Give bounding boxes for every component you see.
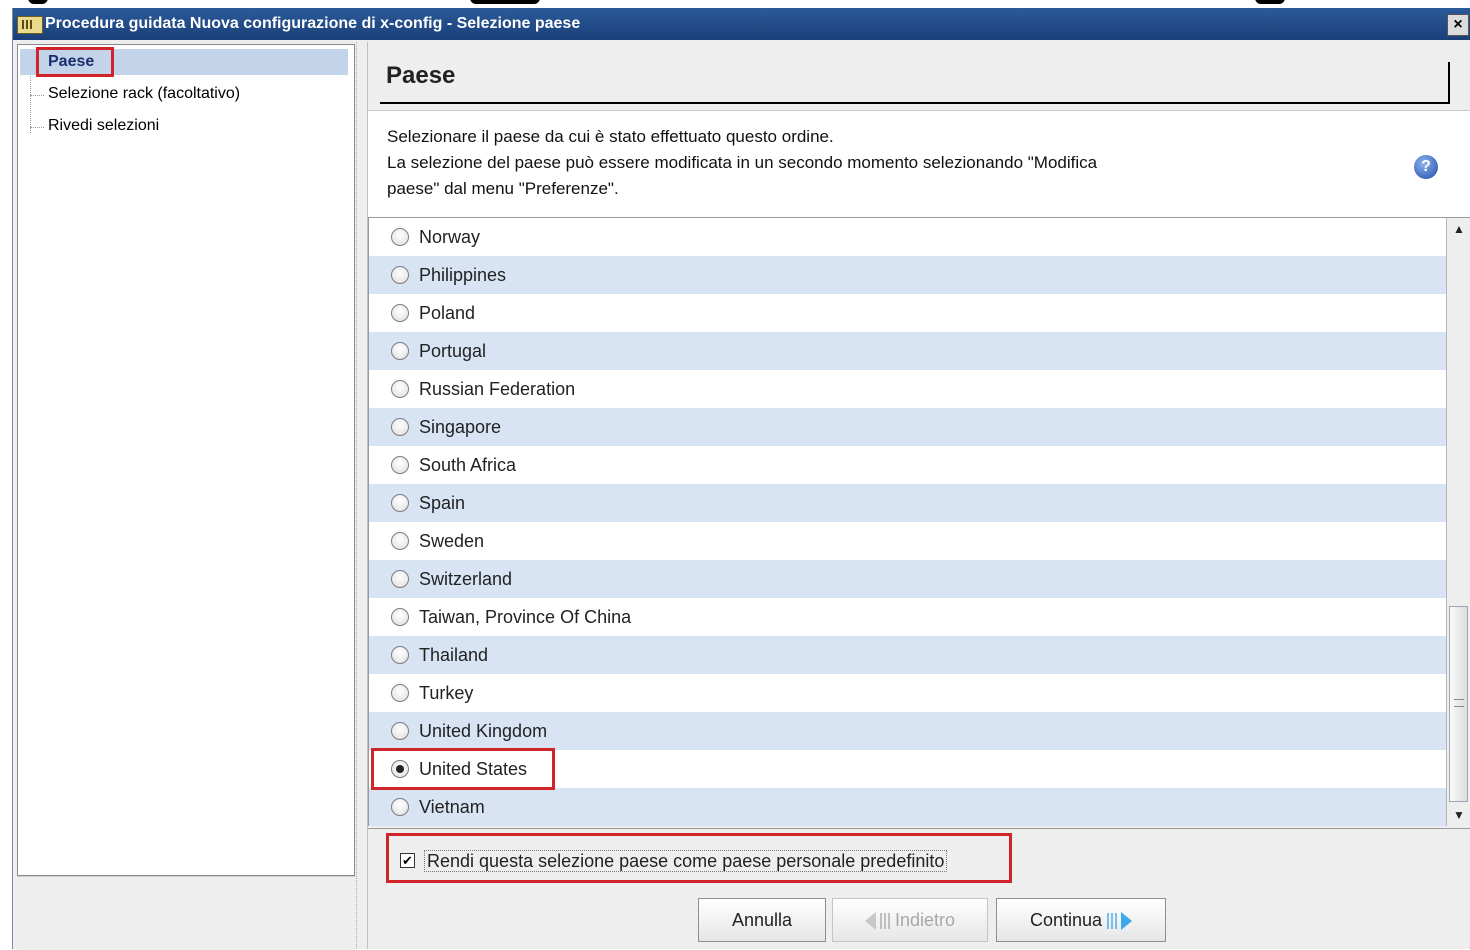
vertical-scrollbar[interactable]: ▲ ▼ [1446, 218, 1470, 826]
country-option[interactable]: Portugal [369, 332, 1447, 370]
cancel-button[interactable]: Annulla [698, 898, 826, 942]
country-label[interactable]: Sweden [419, 531, 484, 552]
instruction-line: paese" dal menu "Preferenze". [387, 179, 619, 198]
app-icon [17, 16, 43, 34]
radio-button[interactable] [391, 684, 409, 702]
arrow-left-icon [864, 912, 876, 931]
instruction-line: Selezionare il paese da cui è stato effe… [387, 127, 834, 146]
window-title: Procedura guidata Nuova configurazione d… [45, 15, 581, 32]
main-panel: Paese Selezionare il paese da cui è stat… [368, 42, 1470, 949]
country-option[interactable]: Thailand [369, 636, 1447, 674]
heading-underline [380, 102, 1450, 104]
wizard-steps-tree: Paese Selezione rack (facoltativo) Rived… [17, 44, 355, 876]
continue-button[interactable]: Continua [996, 898, 1166, 942]
button-bar: Annulla Indietro Continua [368, 888, 1470, 949]
close-icon[interactable]: × [1447, 14, 1469, 36]
split-pane-divider[interactable] [356, 42, 368, 949]
radio-button[interactable] [391, 304, 409, 322]
country-option[interactable]: Spain [369, 484, 1447, 522]
radio-button[interactable] [391, 342, 409, 360]
instructions-panel: Selezionare il paese da cui è stato effe… [368, 110, 1470, 218]
cancel-button-label: Annulla [731, 910, 793, 930]
bars-icon [879, 913, 890, 930]
radio-button[interactable] [391, 456, 409, 474]
country-label[interactable]: Thailand [419, 645, 488, 666]
arrow-right-icon [1121, 912, 1133, 931]
default-country-checkbox[interactable]: ✔ [400, 853, 415, 868]
radio-button[interactable] [391, 532, 409, 550]
help-icon[interactable]: ? [1414, 155, 1438, 179]
nav-footer [17, 876, 355, 950]
country-label[interactable]: Poland [419, 303, 475, 324]
country-option[interactable]: Singapore [369, 408, 1447, 446]
country-option[interactable]: Russian Federation [369, 370, 1447, 408]
country-label[interactable]: Taiwan, Province Of China [419, 607, 631, 628]
default-country-label[interactable]: Rendi questa selezione paese come paese … [424, 850, 948, 872]
instruction-line: La selezione del paese può essere modifi… [387, 153, 1098, 172]
country-label[interactable]: South Africa [419, 455, 516, 476]
country-option[interactable]: Switzerland [369, 560, 1447, 598]
heading-underline-edge [1448, 62, 1450, 104]
wizard-window: Procedura guidata Nuova configurazione d… [12, 8, 1470, 950]
radio-button[interactable] [391, 646, 409, 664]
country-option[interactable]: South Africa [369, 446, 1447, 484]
page-title: Paese [386, 62, 456, 89]
country-label[interactable]: Spain [419, 493, 465, 514]
back-button[interactable]: Indietro [832, 898, 988, 942]
country-option[interactable]: Sweden [369, 522, 1447, 560]
country-option[interactable]: Vietnam [369, 788, 1447, 826]
country-label[interactable]: Vietnam [419, 797, 485, 818]
radio-button[interactable] [391, 380, 409, 398]
country-option[interactable]: Philippines [369, 256, 1447, 294]
scroll-up-icon[interactable]: ▲ [1450, 220, 1468, 238]
continue-button-label: Continua [1029, 910, 1103, 930]
default-country-section: ✔ Rendi questa selezione paese come paes… [368, 828, 1470, 887]
country-label[interactable]: Switzerland [419, 569, 512, 590]
radio-button[interactable] [391, 418, 409, 436]
country-label[interactable]: Norway [419, 227, 480, 248]
country-label[interactable]: Singapore [419, 417, 501, 438]
radio-button[interactable] [391, 722, 409, 740]
title-bar[interactable]: Procedura guidata Nuova configurazione d… [13, 8, 1470, 40]
nav-step-label: Rivedi selezioni [48, 117, 160, 134]
cropped-slide-title [0, 0, 1470, 8]
country-label[interactable]: United Kingdom [419, 721, 547, 742]
radio-button[interactable] [391, 494, 409, 512]
nav-step-rack[interactable]: Selezione rack (facoltativo) [30, 85, 241, 103]
country-label[interactable]: Philippines [419, 265, 506, 286]
country-option[interactable]: Taiwan, Province Of China [369, 598, 1447, 636]
nav-step-label: Selezione rack (facoltativo) [48, 85, 241, 102]
back-button-label: Indietro [894, 910, 956, 930]
radio-button[interactable] [391, 608, 409, 626]
country-label[interactable]: Russian Federation [419, 379, 575, 400]
red-highlight-box [371, 748, 555, 790]
radio-button[interactable] [391, 228, 409, 246]
scroll-down-icon[interactable]: ▼ [1450, 806, 1468, 824]
radio-button[interactable] [391, 266, 409, 284]
radio-button[interactable] [391, 570, 409, 588]
country-option[interactable]: United Kingdom [369, 712, 1447, 750]
scroll-thumb[interactable] [1449, 606, 1468, 802]
radio-button[interactable] [391, 798, 409, 816]
country-label[interactable]: Portugal [419, 341, 486, 362]
bars-icon [1107, 913, 1118, 930]
country-option[interactable]: Turkey [369, 674, 1447, 712]
country-option[interactable]: Poland [369, 294, 1447, 332]
country-label[interactable]: Turkey [419, 683, 473, 704]
country-radio-list: Norway Philippines Poland Portugal Russian F… [368, 218, 1447, 826]
red-highlight-box [36, 47, 114, 77]
nav-step-review[interactable]: Rivedi selezioni [30, 117, 160, 135]
country-option[interactable]: Norway [369, 218, 1447, 256]
